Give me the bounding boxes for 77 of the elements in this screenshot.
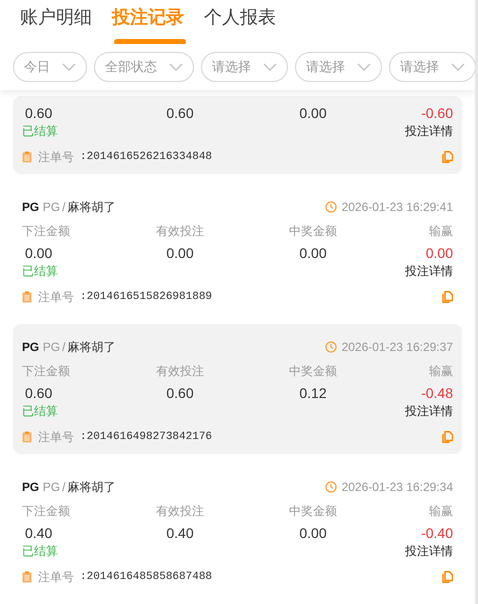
separator: / <box>62 339 66 356</box>
column-label: 下注金额 <box>22 503 71 520</box>
chevron-down-icon <box>62 63 76 71</box>
game-name: 麻将胡了 <box>67 479 116 496</box>
column-label: 中奖金额 <box>288 503 338 520</box>
provider-logo: PG <box>22 199 39 216</box>
order-number: :2014616526216334848 <box>80 150 212 165</box>
settled-status: 已结算 <box>22 263 58 280</box>
amount-value: 0.60 <box>24 384 54 403</box>
tab[interactable]: 账户明细 <box>20 4 92 30</box>
column-label: 有效投注 <box>155 223 205 240</box>
bet-time: 2026-01-23 16:29:41 <box>342 199 453 216</box>
game-name: 麻将胡了 <box>67 199 116 216</box>
order-number: :2014616485858687488 <box>80 570 212 585</box>
settled-status: 已结算 <box>22 123 58 140</box>
clock-icon <box>324 481 337 493</box>
amount-value: 0.00 <box>298 244 328 263</box>
bet-details-link[interactable]: 投注详情 <box>405 123 453 140</box>
amount-value: -0.60 <box>420 104 453 123</box>
copy-icon[interactable] <box>442 431 453 443</box>
provider-logo: PG <box>22 339 39 356</box>
column-label: 有效投注 <box>155 363 205 380</box>
amount-value: 0.60 <box>165 104 195 123</box>
order-label: 注单号 <box>38 429 74 446</box>
amount-value: -0.40 <box>420 524 453 543</box>
amount-value: -0.48 <box>420 384 453 403</box>
amount-value: 0.40 <box>24 524 54 543</box>
settled-status: 已结算 <box>22 543 58 560</box>
column-label: 下注金额 <box>22 223 71 240</box>
chevron-down-icon <box>263 63 277 71</box>
amount-value: 0.00 <box>298 524 328 543</box>
provider-name: PG <box>42 479 60 496</box>
provider-name: PG <box>42 339 60 356</box>
bet-details-link[interactable]: 投注详情 <box>405 403 453 420</box>
order-label: 注单号 <box>38 149 74 166</box>
order-label: 注单号 <box>38 289 74 306</box>
clipboard-icon <box>22 291 32 303</box>
amount-value: 0.60 <box>24 104 54 123</box>
column-label: 中奖金额 <box>288 363 338 380</box>
bet-time: 2026-01-23 16:29:34 <box>342 479 453 496</box>
amount-value: 0.60 <box>165 384 195 403</box>
separator: / <box>62 199 66 216</box>
column-label: 输赢 <box>428 223 453 240</box>
tab[interactable]: 个人报表 <box>204 4 276 30</box>
chevron-down-icon <box>357 63 371 71</box>
column-label: 有效投注 <box>155 503 205 520</box>
amount-value: 0.00 <box>424 244 453 263</box>
clipboard-icon <box>22 151 32 163</box>
order-number: :2014616515826981889 <box>80 290 212 305</box>
game-name: 麻将胡了 <box>67 339 116 356</box>
settled-status: 已结算 <box>22 403 58 420</box>
separator: / <box>62 479 66 496</box>
chevron-down-icon <box>169 63 183 71</box>
provider-name: PG <box>42 199 60 216</box>
clock-icon <box>324 201 337 213</box>
copy-icon[interactable] <box>442 151 453 163</box>
column-label: 输赢 <box>428 363 453 380</box>
column-label: 下注金额 <box>22 363 71 380</box>
chevron-down-icon <box>451 63 465 71</box>
order-number: :2014616498273842176 <box>80 430 212 445</box>
amount-value: 0.40 <box>165 524 195 543</box>
order-label: 注单号 <box>38 569 74 586</box>
amount-value: 0.00 <box>165 244 195 263</box>
copy-icon[interactable] <box>442 571 453 583</box>
amount-value: 0.12 <box>298 384 328 403</box>
column-label: 中奖金额 <box>288 223 338 240</box>
copy-icon[interactable] <box>442 291 453 303</box>
amount-value: 0.00 <box>24 244 54 263</box>
clock-icon <box>324 341 337 353</box>
column-label: 输赢 <box>428 503 453 520</box>
clipboard-icon <box>22 431 32 443</box>
clipboard-icon <box>22 571 32 583</box>
provider-logo: PG <box>22 479 39 496</box>
bet-time: 2026-01-23 16:29:37 <box>342 339 453 356</box>
bet-details-link[interactable]: 投注详情 <box>405 263 453 280</box>
amount-value: 0.00 <box>298 104 328 123</box>
bet-details-link[interactable]: 投注详情 <box>405 543 453 560</box>
